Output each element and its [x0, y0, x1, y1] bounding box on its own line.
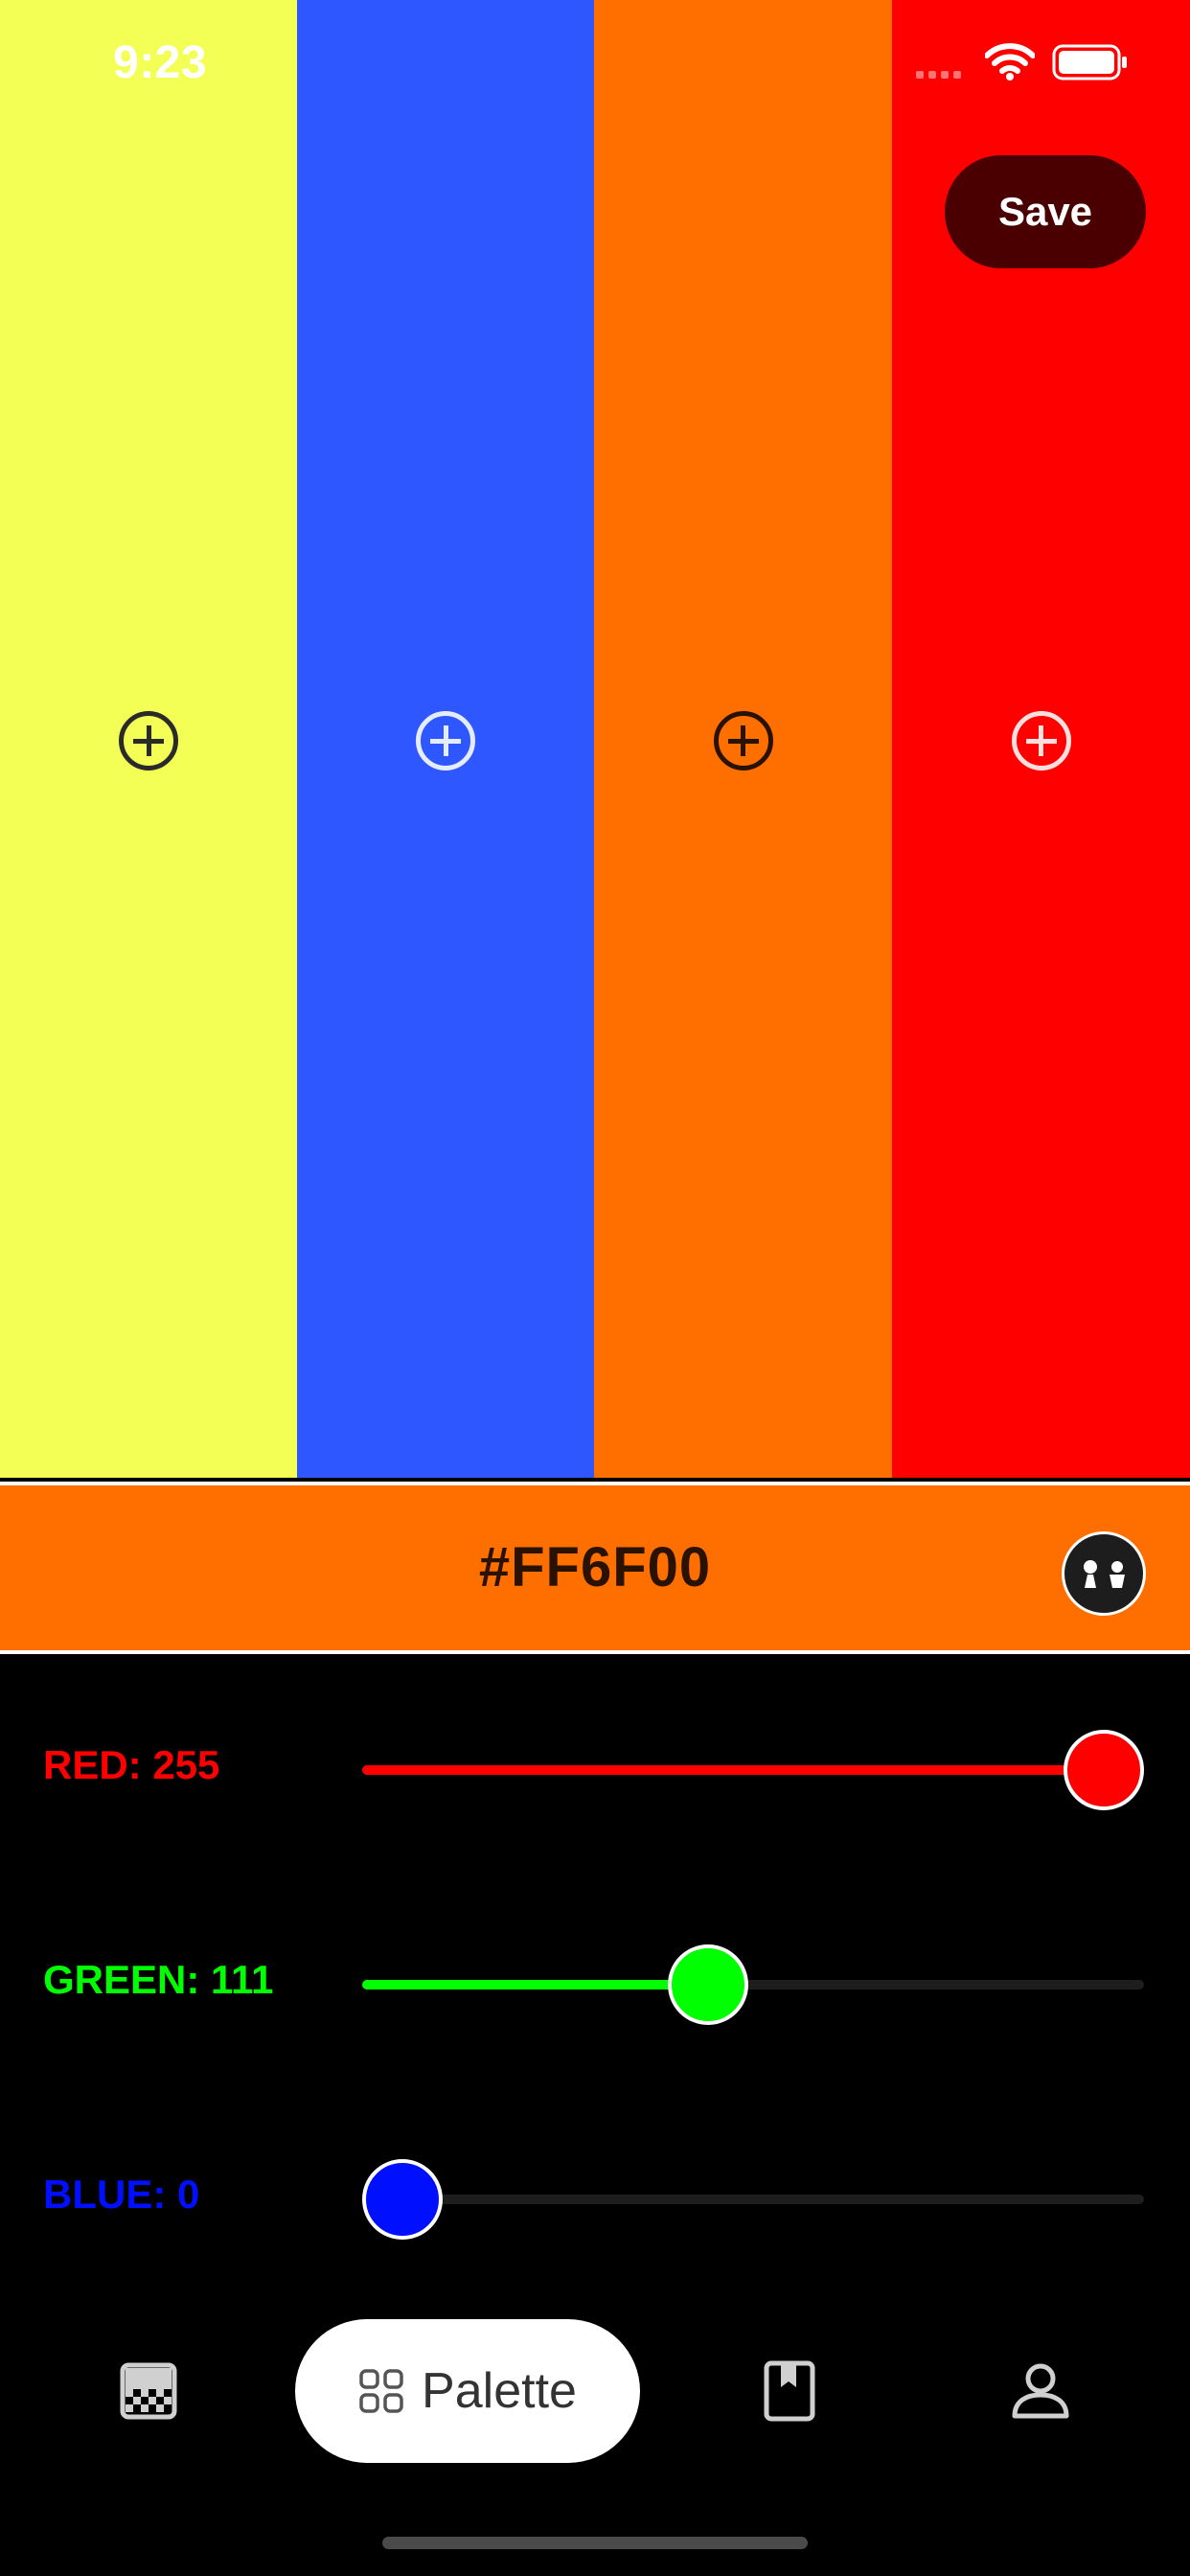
person-icon	[1012, 2363, 1069, 2419]
palette-column-2[interactable]	[297, 0, 594, 1478]
add-color-icon[interactable]	[416, 711, 475, 770]
add-color-icon[interactable]	[1011, 711, 1071, 770]
red-slider-label: RED: 255	[43, 1742, 220, 1787]
save-button[interactable]: Save	[945, 155, 1146, 268]
palette-column-3[interactable]	[594, 0, 892, 1478]
blue-slider-thumb[interactable]	[362, 2159, 443, 2240]
red-slider-thumb[interactable]	[1064, 1730, 1144, 1810]
bookmark-icon	[764, 2360, 815, 2422]
tab-gradients[interactable]	[101, 2319, 196, 2463]
add-color-icon[interactable]	[713, 711, 773, 770]
green-slider-thumb[interactable]	[667, 1944, 748, 2025]
green-slider[interactable]	[362, 1944, 1144, 2025]
grid-icon	[359, 2369, 403, 2413]
blue-slider[interactable]	[362, 2159, 1144, 2240]
tab-bookmarks[interactable]	[742, 2319, 837, 2463]
red-slider[interactable]	[362, 1730, 1144, 1810]
red-slider-fill	[362, 1765, 1104, 1775]
palette-column-1[interactable]	[0, 0, 297, 1478]
eyedropper-icon[interactable]	[1062, 1531, 1146, 1616]
battery-icon	[1052, 44, 1127, 80]
add-color-icon[interactable]	[119, 711, 178, 770]
green-slider-fill	[362, 1980, 708, 1990]
blue-slider-label: BLUE: 0	[43, 2172, 200, 2217]
home-indicator[interactable]	[382, 2537, 808, 2549]
selected-color-bar: #FF6F00	[0, 1482, 1190, 1654]
signal-icon	[916, 71, 961, 79]
tab-palette-label: Palette	[422, 2363, 577, 2419]
tab-profile[interactable]	[993, 2319, 1088, 2463]
gradient-icon	[120, 2362, 177, 2420]
wifi-icon	[985, 43, 1035, 80]
tab-palette[interactable]: Palette	[295, 2319, 640, 2463]
hex-value: #FF6F00	[478, 1536, 712, 1598]
green-slider-label: GREEN: 111	[43, 1957, 274, 2002]
status-time: 9:23	[113, 37, 208, 88]
